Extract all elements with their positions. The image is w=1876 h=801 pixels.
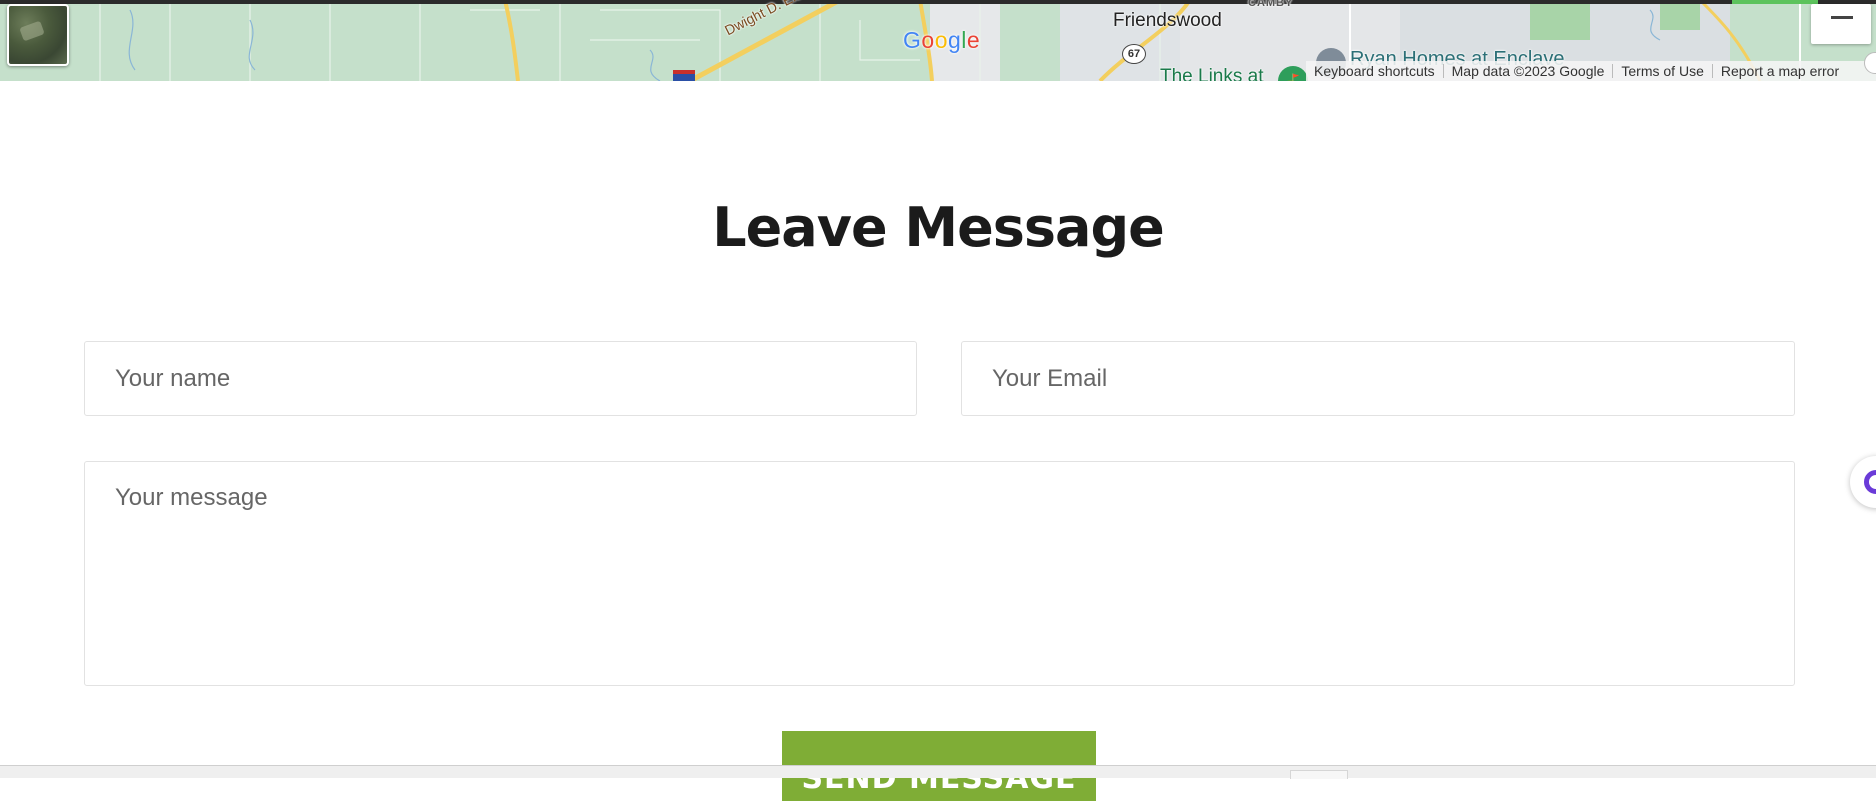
embedded-map[interactable]: CAMBY Friendswood Dwight D. Eisenho 67 R… [0, 0, 1876, 81]
message-textarea[interactable] [84, 461, 1795, 686]
bottom-tab-handle[interactable] [1290, 770, 1348, 779]
browser-top-edge [0, 0, 1876, 4]
keyboard-shortcuts-link[interactable]: Keyboard shortcuts [1306, 63, 1443, 79]
chat-widget-button[interactable] [1850, 456, 1876, 508]
map-zoom-out-button[interactable] [1811, 4, 1871, 44]
terms-of-use-link[interactable]: Terms of Use [1613, 63, 1711, 79]
map-label-friendswood[interactable]: Friendswood [1113, 10, 1222, 32]
minus-icon [1831, 16, 1853, 19]
chat-icon [1864, 470, 1876, 494]
route-shield-67: 67 [1122, 44, 1146, 64]
browser-bottom-bar [0, 765, 1876, 779]
top-edge-accent [1732, 0, 1818, 4]
page-title: Leave Message [712, 196, 1164, 259]
email-input[interactable] [961, 341, 1795, 416]
interstate-shield-icon [673, 70, 695, 81]
google-logo: Google [903, 27, 981, 53]
name-input[interactable] [84, 341, 917, 416]
map-attribution-bar: Keyboard shortcuts Map data ©2023 Google… [1306, 61, 1876, 81]
map-label-links[interactable]: The Links at [1160, 66, 1264, 81]
satellite-toggle-thumbnail[interactable] [7, 4, 69, 66]
map-data-attribution: Map data ©2023 Google [1451, 63, 1605, 79]
report-map-error-link[interactable]: Report a map error [1713, 63, 1847, 79]
map-label-camby: CAMBY [1248, 0, 1294, 9]
